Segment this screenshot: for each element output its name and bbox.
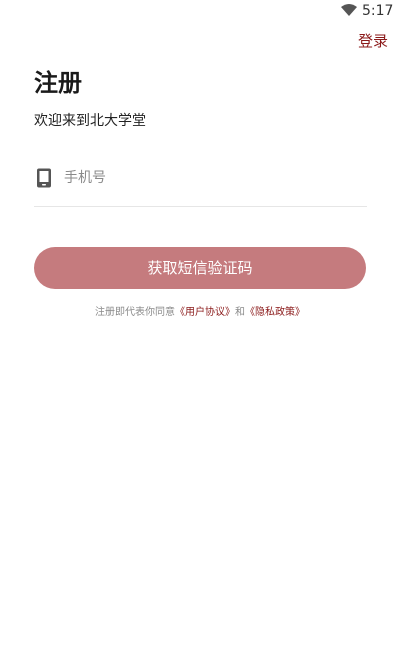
agreement-prefix: 注册即代表你同意	[95, 307, 175, 318]
wifi-icon	[341, 4, 357, 16]
status-bar: 5:17	[0, 0, 400, 24]
phone-icon	[37, 168, 51, 188]
privacy-policy-link[interactable]: 《隐私政策》	[245, 307, 305, 318]
phone-field-row	[34, 162, 367, 207]
page-title: 注册	[34, 69, 82, 97]
status-time: 5:17	[362, 3, 394, 19]
agreement-conjunction: 和	[235, 307, 245, 318]
user-agreement-link[interactable]: 《用户协议》	[175, 307, 235, 318]
welcome-text: 欢迎来到北大学堂	[34, 113, 146, 129]
agreement-notice: 注册即代表你同意《用户协议》和《隐私政策》	[0, 305, 400, 321]
get-sms-code-button[interactable]: 获取短信验证码	[34, 247, 366, 289]
login-link[interactable]: 登录	[358, 30, 388, 52]
phone-number-input[interactable]	[64, 164, 364, 192]
